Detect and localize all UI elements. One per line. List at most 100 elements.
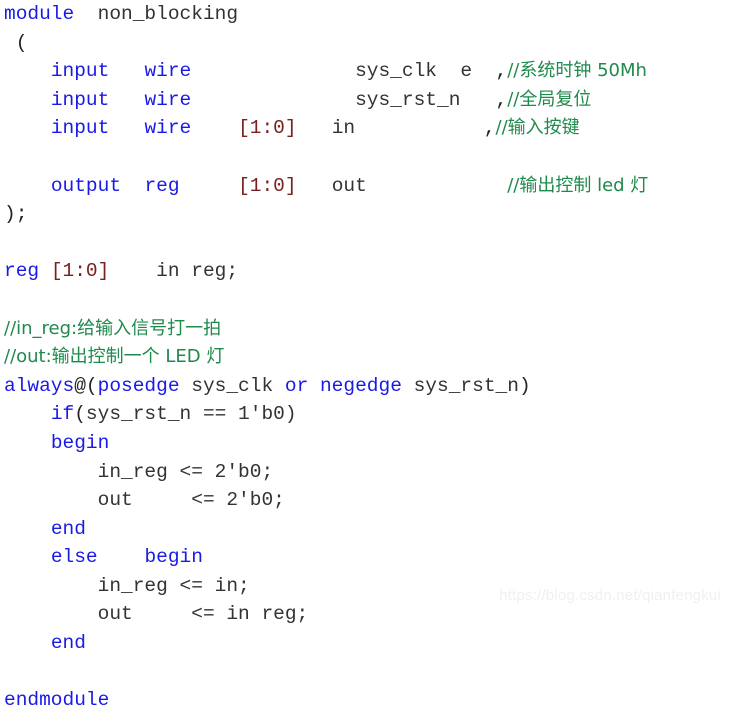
code-line[interactable]: input wire sys_clk e ,//系统时钟 50Mh	[0, 57, 729, 86]
code-token-punc	[109, 89, 144, 111]
code-token-punc	[180, 175, 239, 197]
code-token-kw: always	[4, 374, 75, 397]
code-token-kw: negedge	[319, 374, 402, 397]
code-token-ident: out	[331, 174, 367, 197]
code-line[interactable]: end	[0, 629, 729, 658]
code-token-punc	[74, 3, 97, 25]
code-token-punc	[4, 432, 51, 454]
code-token-punc	[98, 546, 145, 568]
code-token-punc	[297, 175, 332, 197]
code-token-kw: output	[50, 174, 122, 197]
code-token-cmt: //out:输出控制一个 LED 灯	[4, 346, 225, 368]
watermark-text: https://blog.csdn.net/qianfengkui	[499, 587, 721, 604]
code-token-punc	[4, 175, 51, 197]
code-token-kw: reg	[4, 260, 40, 283]
code-token-range: [1:0]	[50, 260, 110, 283]
code-token-kw: wire	[144, 88, 192, 111]
code-token-punc	[402, 375, 414, 397]
code-token-punc	[39, 260, 51, 282]
code-token-kw: begin	[50, 431, 110, 454]
code-token-ident: in reg;	[156, 260, 239, 283]
code-token-punc	[180, 375, 192, 397]
code-token-punc: );	[4, 203, 28, 226]
code-token-punc: (	[4, 31, 28, 54]
code-token-cmt: //in_reg:给输入信号打一拍	[4, 317, 222, 339]
code-token-cmt: //系统时钟 50Mh	[507, 60, 647, 82]
code-token-ident: out <= in reg;	[97, 603, 309, 626]
code-token-punc	[308, 375, 320, 397]
code-line[interactable]	[0, 286, 729, 315]
code-token-punc	[4, 117, 51, 139]
code-token-punc	[4, 603, 98, 625]
code-token-punc	[109, 260, 156, 282]
code-line[interactable]: out <= 2'b0;	[0, 486, 729, 515]
code-token-punc	[121, 175, 144, 197]
code-token-kw: else	[50, 546, 98, 569]
code-body[interactable]: module non_blocking ( input wire sys_clk…	[0, 0, 729, 715]
code-token-punc	[367, 175, 507, 197]
code-line[interactable]: output reg [1:0] out //输出控制 led 灯	[0, 172, 729, 201]
code-line[interactable]: (	[0, 29, 729, 58]
code-token-ident: in_reg <= in;	[97, 574, 250, 597]
code-line[interactable]	[0, 658, 729, 687]
code-token-punc	[191, 117, 238, 139]
code-token-kw: end	[50, 517, 86, 540]
code-token-punc: @(	[74, 374, 98, 397]
code-token-cmt: //全局复位	[507, 88, 592, 110]
code-token-kw: wire	[144, 117, 192, 140]
code-token-punc	[4, 518, 51, 540]
code-token-punc	[273, 375, 285, 397]
code-token-punc: ,	[472, 60, 508, 83]
code-token-ident: in_reg <= 2'b0;	[97, 460, 274, 483]
code-token-kw: end	[50, 632, 86, 655]
code-token-range: [1:0]	[238, 117, 297, 140]
code-token-punc	[4, 632, 51, 654]
code-line[interactable]: out <= in reg;	[0, 600, 729, 629]
code-line[interactable]: end	[0, 515, 729, 544]
code-token-kw: reg	[144, 174, 180, 197]
code-token-ident: in	[331, 117, 356, 140]
code-token-kw: input	[50, 117, 110, 140]
code-token-punc	[109, 60, 144, 82]
code-token-kw: input	[50, 60, 110, 83]
code-token-ident: sys_rst_n	[413, 374, 519, 397]
code-token-punc	[4, 575, 98, 597]
code-token-kw: or	[284, 374, 309, 397]
code-token-ident: sys_clk	[191, 374, 274, 397]
code-token-ident: sys_clk e	[355, 60, 473, 83]
code-token-kw: module	[4, 3, 75, 25]
code-line[interactable]: if(sys_rst_n == 1'b0)	[0, 400, 729, 429]
code-line[interactable]: always@(posedge sys_clk or negedge sys_r…	[0, 372, 729, 401]
code-line[interactable]	[0, 229, 729, 258]
code-token-punc	[4, 461, 98, 483]
code-line[interactable]: module non_blocking	[0, 0, 729, 29]
code-line[interactable]: in_reg <= 2'b0;	[0, 458, 729, 487]
code-line[interactable]: //in_reg:给输入信号打一拍	[0, 315, 729, 344]
code-line[interactable]: input wire sys_rst_n ,//全局复位	[0, 86, 729, 115]
code-token-punc	[4, 60, 51, 82]
code-token-punc	[4, 546, 51, 568]
code-token-punc: ,	[460, 88, 508, 111]
code-token-kw: begin	[144, 546, 203, 569]
code-token-cmt: //输入按键	[495, 117, 580, 139]
code-line[interactable]: );	[0, 200, 729, 229]
code-token-punc: (	[74, 403, 86, 426]
code-token-cmt: //输出控制 led 灯	[507, 174, 649, 196]
code-token-punc	[191, 60, 355, 82]
code-line[interactable]: begin	[0, 429, 729, 458]
code-token-punc	[109, 117, 144, 139]
code-line[interactable]: reg [1:0] in reg;	[0, 257, 729, 286]
code-token-ident: non_blocking	[97, 3, 239, 25]
code-token-kw: endmodule	[4, 689, 110, 712]
code-token-ident: sys_rst_n == 1'b0)	[85, 403, 297, 426]
code-token-punc	[191, 89, 355, 111]
code-token-ident: sys_rst_n	[355, 88, 461, 111]
code-token-kw: if	[50, 403, 75, 426]
code-line[interactable]: //out:输出控制一个 LED 灯	[0, 343, 729, 372]
code-line[interactable]: else begin	[0, 543, 729, 572]
code-line[interactable]: endmodule	[0, 686, 729, 715]
code-listing: module non_blocking ( input wire sys_clk…	[0, 0, 729, 711]
code-line[interactable]: input wire [1:0] in ,//输入按键	[0, 114, 729, 143]
code-token-kw: posedge	[97, 374, 180, 397]
code-line[interactable]	[0, 143, 729, 172]
